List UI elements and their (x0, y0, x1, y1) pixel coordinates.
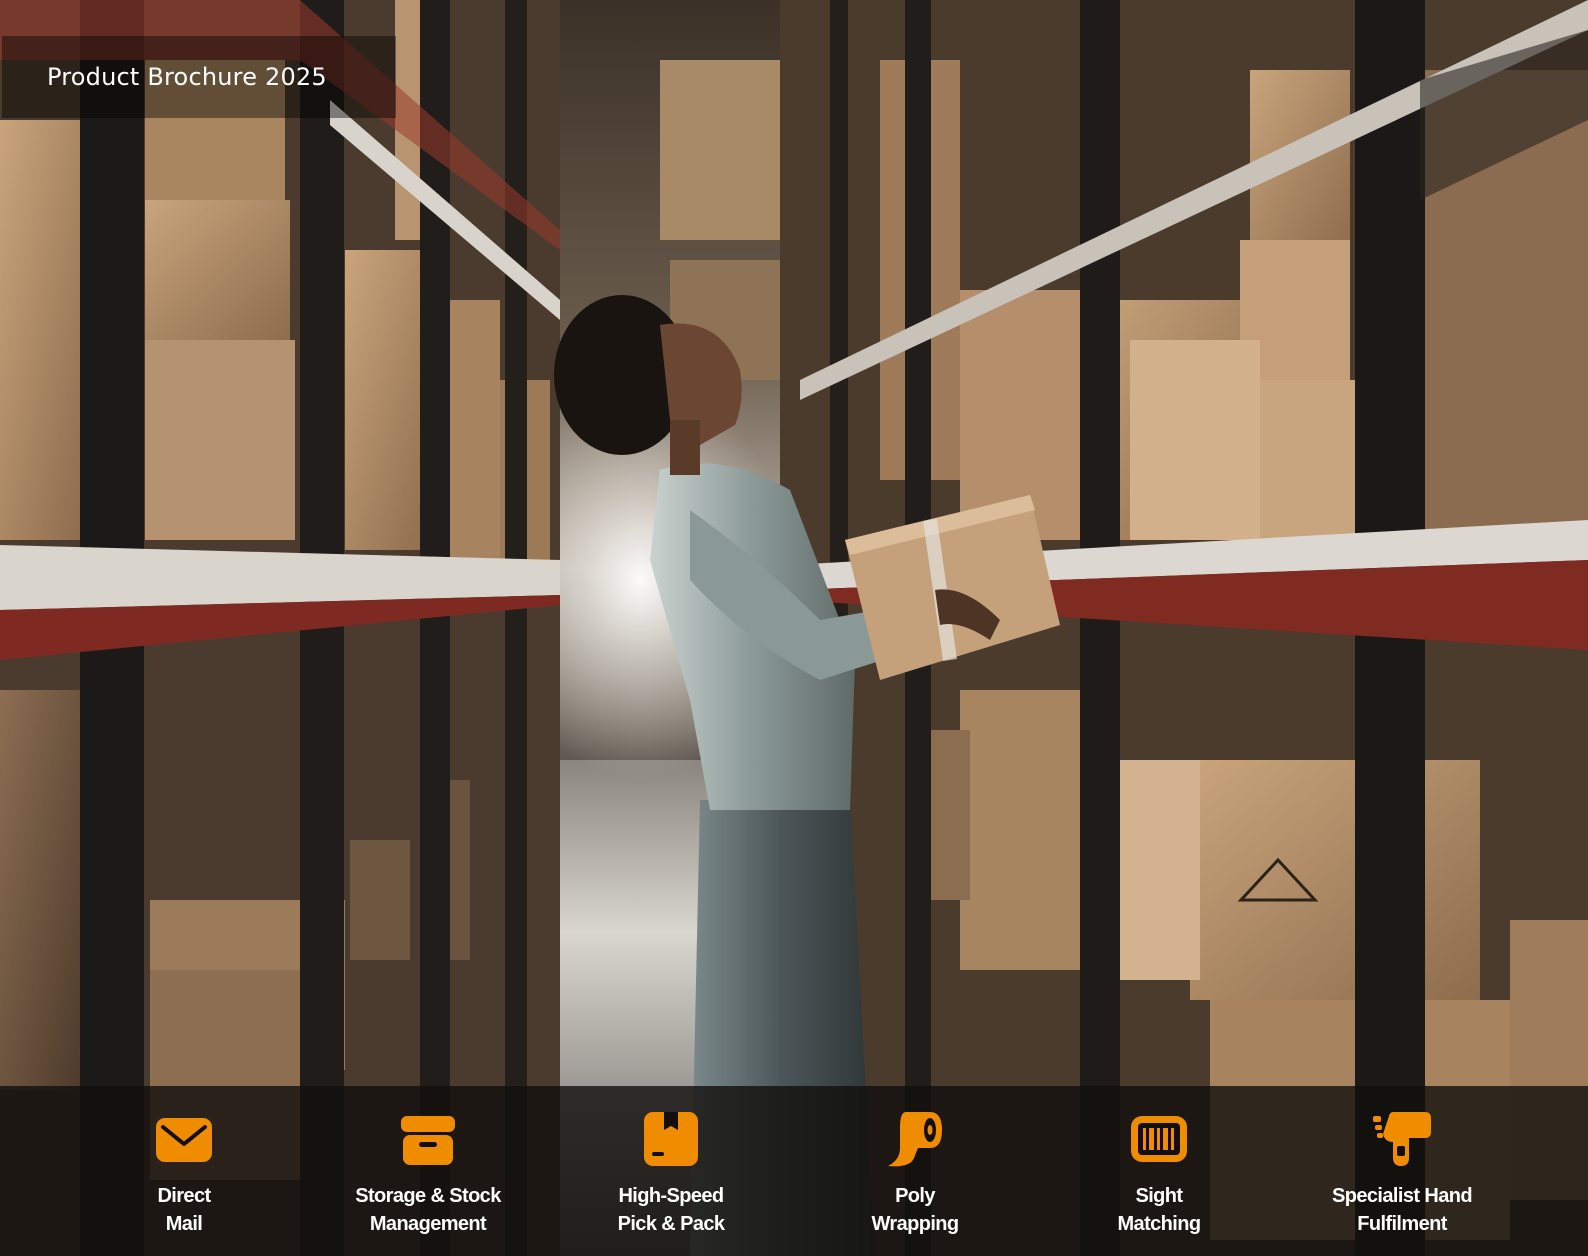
service-label: Poly Wrapping (871, 1185, 959, 1235)
service-specialist-hand-fulfilment: Specialist Hand Fulfilment (1302, 1108, 1502, 1238)
barcode-scanner-icon (1131, 1116, 1187, 1162)
storage-box-icon (401, 1116, 455, 1165)
service-label: Direct Mail (157, 1185, 211, 1235)
service-label: Sight Matching (1117, 1185, 1202, 1235)
service-sight-matching: Sight Matching (1059, 1108, 1259, 1238)
film-roll-icon (888, 1112, 942, 1167)
service-label: High-Speed Pick & Pack (617, 1185, 725, 1235)
title-bar: Product Brochure 2025 (2, 36, 396, 118)
hand-icon (1373, 1112, 1431, 1166)
service-high-speed-pick-pack: High-Speed Pick & Pack (571, 1108, 771, 1238)
service-label: Storage & Stock Management (355, 1185, 501, 1235)
brochure-cover: Product Brochure 2025 Direct Mail Storag… (0, 0, 1588, 1256)
warehouse-photo (0, 0, 1588, 1256)
parcel-box-icon (644, 1112, 698, 1166)
page-title: Product Brochure 2025 (47, 63, 327, 91)
service-direct-mail: Direct Mail (84, 1108, 284, 1238)
services-bar: Direct Mail Storage & Stock Management H… (0, 1086, 1588, 1256)
envelope-icon (156, 1118, 212, 1162)
service-storage-stock-management: Storage & Stock Management (328, 1108, 528, 1238)
service-label: Specialist Hand Fulfilment (1332, 1185, 1473, 1235)
service-poly-wrapping: Poly Wrapping (815, 1108, 1015, 1238)
